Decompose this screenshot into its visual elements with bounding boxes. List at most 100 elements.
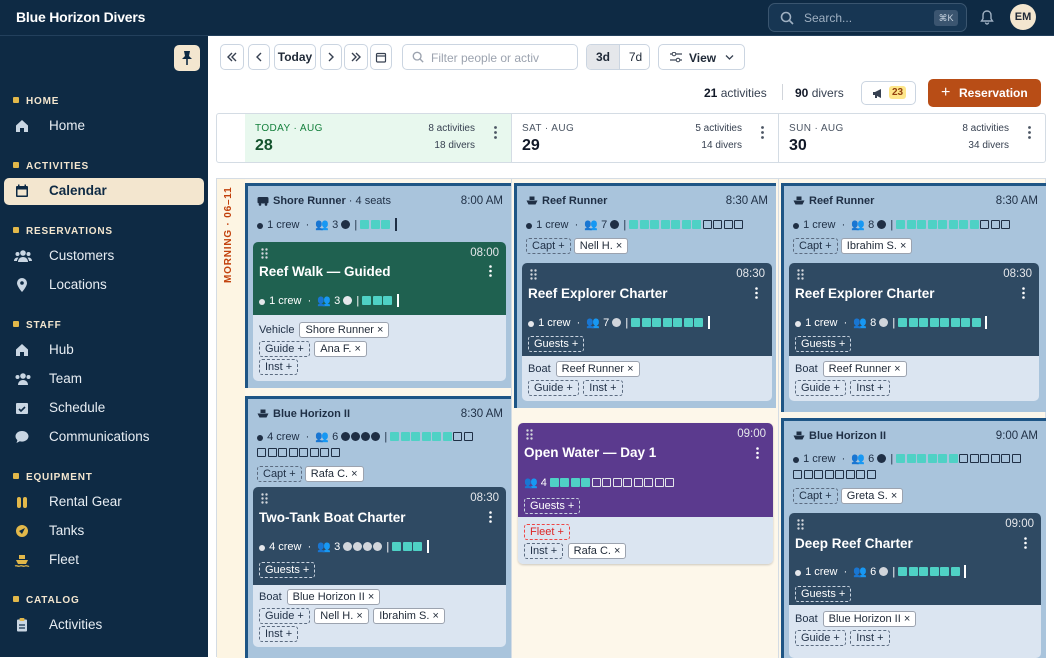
add-guests-button[interactable]: Guests + xyxy=(528,336,585,352)
add-guide-button[interactable]: Guide + xyxy=(259,607,310,624)
activity-card-reef-explorer[interactable]: 08:30 Reef Explorer Charter 1 crew · 👥 7… xyxy=(522,263,772,401)
boat-block-blue-horizon[interactable]: Blue Horizon II 8:30 AM 4 crew · 👥 6 | C… xyxy=(245,396,511,658)
sidebar-item-locations[interactable]: Locations xyxy=(4,272,204,299)
add-inst-button[interactable]: Inst + xyxy=(259,358,299,375)
more-vertical-icon[interactable] xyxy=(494,126,497,139)
chip-text: Ibrahim S. xyxy=(379,609,430,622)
crew-dot xyxy=(257,435,263,441)
occupancy-dot xyxy=(879,567,889,576)
crew-dot xyxy=(795,321,801,327)
global-search[interactable]: Search... ⌘K xyxy=(768,3,967,32)
captain-chip[interactable]: Ibrahim S. × xyxy=(840,238,913,254)
more-vertical-icon[interactable] xyxy=(1022,287,1025,299)
sidebar-item-home[interactable]: Home xyxy=(4,113,204,140)
more-vertical-icon[interactable] xyxy=(489,265,492,277)
jump-forward-button[interactable] xyxy=(344,44,368,70)
drag-handle-icon[interactable] xyxy=(261,248,268,259)
more-vertical-icon[interactable] xyxy=(1028,126,1031,139)
captain-chip[interactable]: Greta S. × xyxy=(840,488,904,504)
drag-handle-icon[interactable] xyxy=(797,269,804,280)
view-button[interactable]: View xyxy=(658,44,745,70)
add-fleet-button[interactable]: Fleet + xyxy=(524,523,570,540)
add-captain-button[interactable]: Capt + xyxy=(257,466,302,482)
boat-block-reef-runner[interactable]: Reef Runner 8:30 AM 1 crew · 👥 8 | Capt … xyxy=(781,183,1046,412)
activity-card-reef-walk[interactable]: 08:00 Reef Walk — Guided 1 crew · 👥 3 | … xyxy=(253,242,506,381)
guide-chip[interactable]: Ibrahim S. × xyxy=(373,607,445,624)
add-captain-button[interactable]: Capt + xyxy=(793,238,838,254)
add-guide-button[interactable]: Guide + xyxy=(795,629,846,646)
card-time: 08:30 xyxy=(470,492,499,504)
day-header-sun[interactable]: SUN · AUG 30 8 activities 34 divers xyxy=(778,114,1045,162)
activity-card-two-tank[interactable]: 08:30 Two-Tank Boat Charter 4 crew · 👥 3… xyxy=(253,487,506,647)
day-header-sat[interactable]: SAT · AUG 29 5 activities 14 divers xyxy=(511,114,778,162)
boat-block-blue-horizon[interactable]: Blue Horizon II 9:00 AM 1 crew · 👥 6 | C… xyxy=(781,418,1046,658)
more-vertical-icon[interactable] xyxy=(761,126,764,139)
add-inst-button[interactable]: Inst + xyxy=(524,542,564,559)
filter-input[interactable]: Filter people or activ xyxy=(402,44,578,70)
boat-chip[interactable]: Blue Horizon II × xyxy=(822,610,917,627)
add-guide-button[interactable]: Guide + xyxy=(528,379,579,396)
more-vertical-icon[interactable] xyxy=(1024,537,1027,549)
range-7d-button[interactable]: 7d xyxy=(619,45,649,69)
guide-label: Guide xyxy=(801,381,831,394)
add-guests-button[interactable]: Guests + xyxy=(259,562,316,578)
activity-card-open-water[interactable]: 09:00 Open Water — Day 1 👥 4 Guests + Fl… xyxy=(518,423,773,564)
drag-handle-icon[interactable] xyxy=(797,519,804,530)
sidebar-item-calendar[interactable]: Calendar xyxy=(4,178,204,205)
sidebar-item-customers[interactable]: Customers xyxy=(4,243,204,270)
add-guests-button[interactable]: Guests + xyxy=(795,336,852,352)
boat-chip[interactable]: Reef Runner × xyxy=(822,360,907,377)
previous-button[interactable] xyxy=(248,44,270,70)
add-guests-button[interactable]: Guests + xyxy=(524,498,581,514)
drag-handle-icon[interactable] xyxy=(530,269,537,280)
more-vertical-icon[interactable] xyxy=(756,447,759,459)
add-guide-button[interactable]: Guide + xyxy=(259,340,310,357)
add-inst-button[interactable]: Inst + xyxy=(259,625,299,642)
pin-sidebar-button[interactable] xyxy=(174,45,200,71)
vehicle-chip[interactable]: Shore Runner × xyxy=(299,321,390,338)
jump-back-button[interactable] xyxy=(220,44,244,70)
guests-label: Guests xyxy=(534,338,569,350)
today-button[interactable]: Today xyxy=(274,44,316,70)
next-button[interactable] xyxy=(320,44,342,70)
add-captain-button[interactable]: Capt + xyxy=(793,488,838,504)
seat-filled xyxy=(390,432,400,441)
sidebar-item-tanks[interactable]: Tanks xyxy=(4,518,204,545)
sidebar-item-fleet[interactable]: Fleet xyxy=(4,547,204,574)
sidebar-item-activities[interactable]: Activities xyxy=(4,612,204,639)
avatar[interactable]: EM xyxy=(1010,4,1036,30)
inst-chip[interactable]: Rafa C. × xyxy=(567,542,627,559)
add-inst-button[interactable]: Inst + xyxy=(850,629,890,646)
boat-chip[interactable]: Blue Horizon II × xyxy=(286,588,381,605)
sidebar-item-rental-gear[interactable]: Rental Gear xyxy=(4,489,204,516)
date-picker-button[interactable] xyxy=(370,44,392,70)
captain-chip[interactable]: Rafa C. × xyxy=(304,466,364,482)
more-vertical-icon[interactable] xyxy=(489,511,492,523)
vehicle-block-shore-runner[interactable]: Shore Runner · 4 seats 8:00 AM 1 crew · … xyxy=(245,183,511,388)
guide-chip[interactable]: Nell H. × xyxy=(314,607,369,624)
boat-chip[interactable]: Reef Runner × xyxy=(555,360,640,377)
day-header-today[interactable]: TODAY · AUG 28 8 activities 18 divers xyxy=(245,114,511,162)
add-inst-button[interactable]: Inst + xyxy=(850,379,890,396)
new-reservation-button[interactable]: + Reservation xyxy=(928,79,1041,107)
bell-icon[interactable] xyxy=(980,9,994,25)
announcements-button[interactable]: 23 xyxy=(861,81,916,105)
more-vertical-icon[interactable] xyxy=(755,287,758,299)
sidebar-item-hub[interactable]: Hub xyxy=(4,337,204,364)
add-guests-button[interactable]: Guests + xyxy=(795,586,852,602)
drag-handle-icon[interactable] xyxy=(261,493,268,504)
guide-chip[interactable]: Ana F. × xyxy=(314,340,367,357)
activity-card-reef-explorer[interactable]: 08:30 Reef Explorer Charter 1 crew · 👥 8… xyxy=(789,263,1039,401)
sidebar-item-schedule[interactable]: Schedule xyxy=(4,395,204,422)
sidebar-item-team[interactable]: Team xyxy=(4,366,204,393)
add-guide-button[interactable]: Guide + xyxy=(795,379,846,396)
activity-card-deep-reef[interactable]: 09:00 Deep Reef Charter 1 crew · 👥 6 | G… xyxy=(789,513,1041,658)
day-label: SUN · AUG xyxy=(789,123,844,134)
captain-chip[interactable]: Nell H. × xyxy=(573,238,629,254)
boat-block-reef-runner[interactable]: Reef Runner 8:30 AM 1 crew · 👥 7 | Capt … xyxy=(514,183,776,408)
drag-handle-icon[interactable] xyxy=(526,429,533,440)
add-captain-button[interactable]: Capt + xyxy=(526,238,571,254)
range-3d-button[interactable]: 3d xyxy=(587,45,619,69)
add-inst-button[interactable]: Inst + xyxy=(583,379,623,396)
sidebar-item-communications[interactable]: Communications xyxy=(4,424,204,451)
